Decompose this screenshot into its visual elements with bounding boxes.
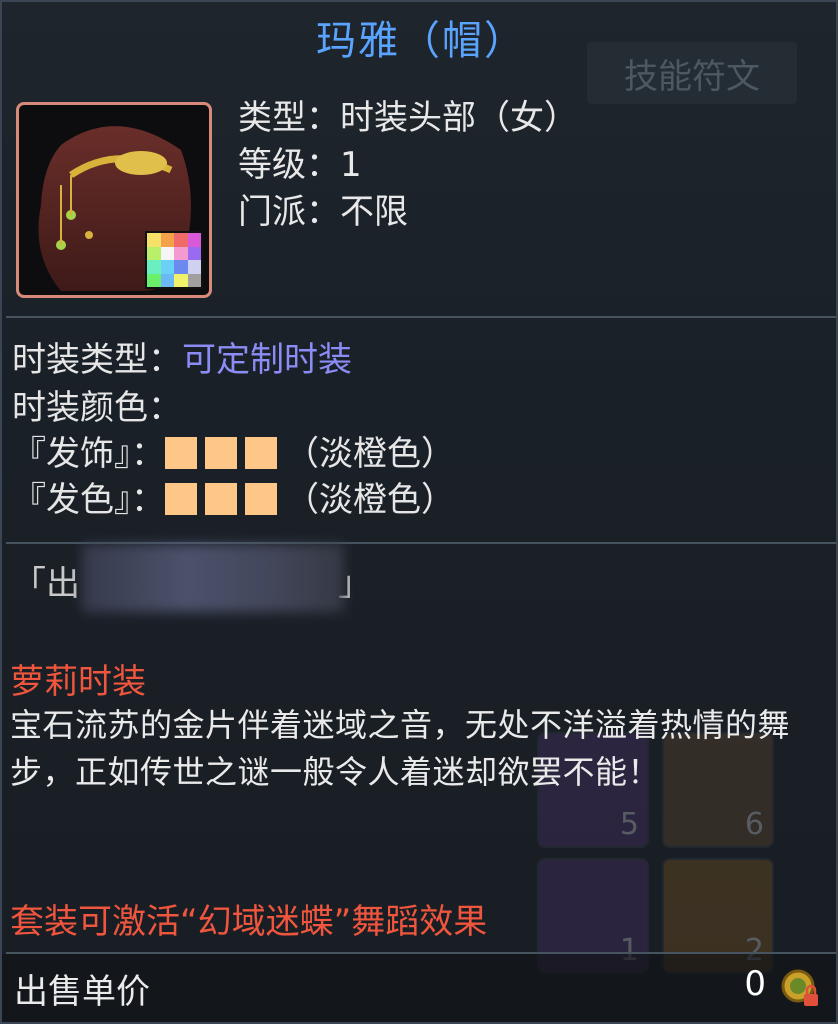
item-faction: 门派：不限 (238, 192, 408, 232)
lore-description: 宝石流苏的金片伴着迷域之音，无处不洋溢着热情的舞步，正如传世之谜一般令人着迷却欲… (10, 706, 791, 791)
background-slot-number: 5 (619, 807, 639, 842)
color-palette-icon (145, 231, 203, 289)
hair-ornament-color: （淡橙色） (285, 434, 455, 474)
item-tooltip: 技能符文 5 6 1 2 玛雅（帽） 类型：时装头部（女） 等级：1 门派：不限… (0, 0, 838, 1024)
set-effect-text: 套装可激活“幻域迷蝶”舞蹈效果 (10, 902, 488, 942)
coin-lock-icon (781, 969, 818, 1006)
hair-ornament-row: 『发饰』： （淡橙色） (12, 426, 455, 475)
color-swatch (165, 437, 197, 469)
sell-price-value: 0 (744, 964, 766, 1004)
source-prefix: 「出 (12, 564, 80, 604)
color-swatch (165, 483, 197, 515)
divider (6, 316, 836, 318)
item-icon-frame[interactable] (16, 102, 212, 298)
color-swatch (245, 437, 277, 469)
fashion-type-label: 时装类型： (12, 340, 182, 380)
item-type: 类型：时装头部（女） (238, 98, 578, 138)
item-level: 等级：1 (238, 145, 362, 185)
obscured-text (82, 544, 344, 612)
fashion-type-row: 时装类型：可定制时装 (12, 332, 352, 381)
lore-heading: 萝莉时装 (10, 662, 146, 702)
hair-ornament-label: 『发饰』： (12, 434, 165, 474)
fashion-type-value: 可定制时装 (182, 340, 352, 380)
hair-color-color: （淡橙色） (285, 480, 455, 520)
hair-color-label: 『发色』： (12, 480, 165, 520)
item-title: 玛雅（帽） (316, 18, 526, 64)
fashion-color-label: 时装颜色： (12, 388, 182, 428)
background-slot-number: 6 (744, 807, 764, 842)
color-swatch (205, 437, 237, 469)
color-swatch (245, 483, 277, 515)
hair-color-row: 『发色』： （淡橙色） (12, 472, 455, 521)
sell-price-label: 出售单价 (14, 972, 150, 1012)
color-swatch (205, 483, 237, 515)
